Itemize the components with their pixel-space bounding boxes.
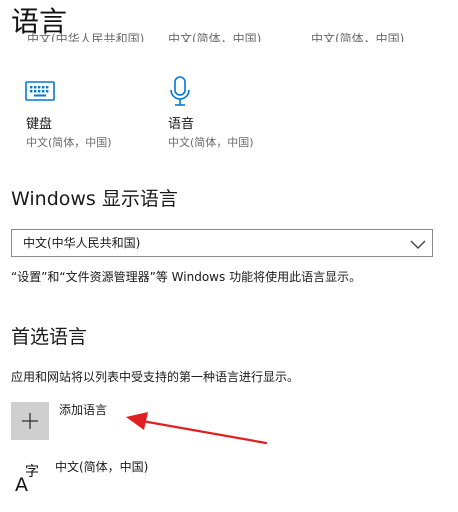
display-language-value: 中文(中华人民共和国) — [23, 236, 141, 250]
keyboard-icon — [25, 78, 57, 108]
tile-keyboard-sub: 中文(简体，中国) — [26, 136, 112, 149]
microphone-icon — [167, 76, 199, 106]
annotation-arrow-icon — [126, 412, 268, 445]
cut-row-item-3: 中文(简体，中国) — [311, 32, 405, 42]
preferred-language-item[interactable]: 中文(简体，中国) — [55, 458, 148, 476]
display-language-helper: “设置”和“文件资源管理器”等 Windows 功能将使用此语言显示。 — [11, 270, 362, 284]
svg-text:字: 字 — [25, 464, 39, 480]
add-language-label[interactable]: 添加语言 — [59, 401, 107, 419]
plus-icon — [22, 413, 38, 429]
display-language-dropdown[interactable]: 中文(中华人民共和国) — [11, 229, 433, 257]
chevron-down-icon — [410, 236, 426, 250]
display-language-heading: Windows 显示语言 — [11, 188, 178, 210]
tile-speech-sub: 中文(简体，中国) — [168, 136, 254, 149]
cut-row-item-2: 中文(简体，中国) — [168, 32, 262, 42]
add-language-button[interactable] — [11, 402, 49, 440]
tile-speech[interactable]: 语音 中文(简体，中国) — [167, 76, 277, 156]
language-icon: A 字 — [15, 462, 45, 496]
tile-speech-label: 语音 — [168, 117, 195, 132]
cut-row-item-1: 中文(中华人民共和国) — [27, 32, 145, 42]
preferred-languages-heading: 首选语言 — [11, 326, 88, 348]
preferred-languages-helper: 应用和网站将以列表中受支持的第一种语言进行显示。 — [11, 370, 300, 384]
tile-keyboard[interactable]: 键盘 中文(简体，中国) — [25, 76, 135, 156]
tile-keyboard-label: 键盘 — [26, 117, 53, 132]
